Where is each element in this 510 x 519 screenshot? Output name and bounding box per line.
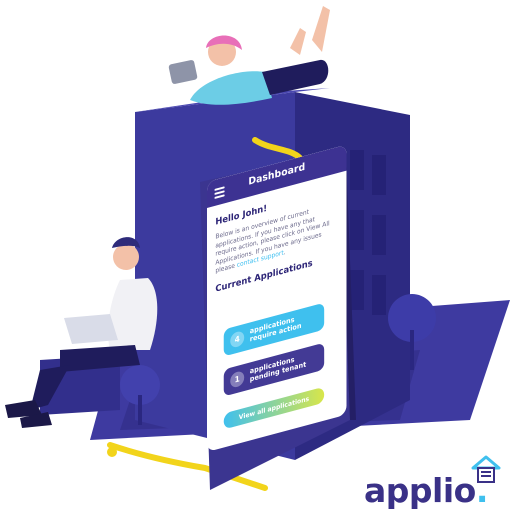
- view-all-applications-button[interactable]: View all applications: [223, 386, 325, 430]
- brand-name: applio: [364, 471, 476, 510]
- card-count: 4: [230, 330, 245, 349]
- card-count: 1: [230, 370, 245, 389]
- house-logo-icon: [471, 455, 501, 483]
- intro-end: .: [283, 248, 286, 257]
- card-label: applications require action: [250, 314, 302, 344]
- phone-screen: Dashboard Hello John! Below is an overvi…: [207, 144, 347, 452]
- card-label: applications pending tenant: [250, 352, 306, 384]
- leaf-decoration: [107, 447, 117, 457]
